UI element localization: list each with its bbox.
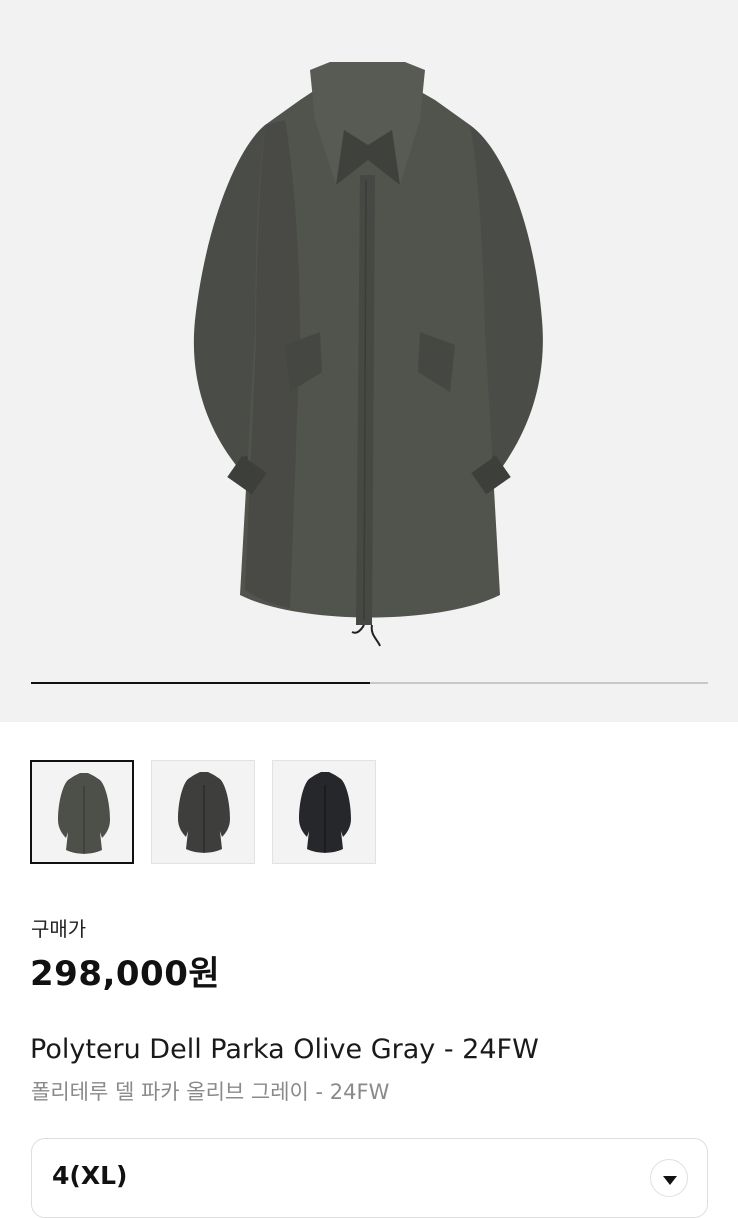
parka-thumbnail-icon <box>178 772 230 853</box>
price-label: 구매가 <box>31 917 87 941</box>
parka-thumbnail-icon <box>299 772 351 853</box>
product-title-en: Polyteru Dell Parka Olive Gray - 24FW <box>30 1034 539 1065</box>
parka-thumbnail-icon <box>58 773 110 854</box>
parka-image <box>193 62 543 647</box>
selected-size: 4(XL) <box>52 1161 128 1190</box>
chevron-down-icon[interactable] <box>650 1159 688 1197</box>
gallery-progress-bar <box>31 682 708 684</box>
gallery-progress-fill <box>31 682 370 684</box>
thumbnail-black[interactable] <box>272 760 376 864</box>
thumbnail-charcoal[interactable] <box>151 760 255 864</box>
product-main-image[interactable] <box>0 0 738 722</box>
thumbnail-olive-gray[interactable] <box>30 760 134 864</box>
size-option-select[interactable]: 4(XL) <box>31 1138 708 1218</box>
product-title-ko: 폴리테루 델 파카 올리브 그레이 - 24FW <box>31 1080 390 1104</box>
price-value: 298,000원 <box>30 954 221 994</box>
